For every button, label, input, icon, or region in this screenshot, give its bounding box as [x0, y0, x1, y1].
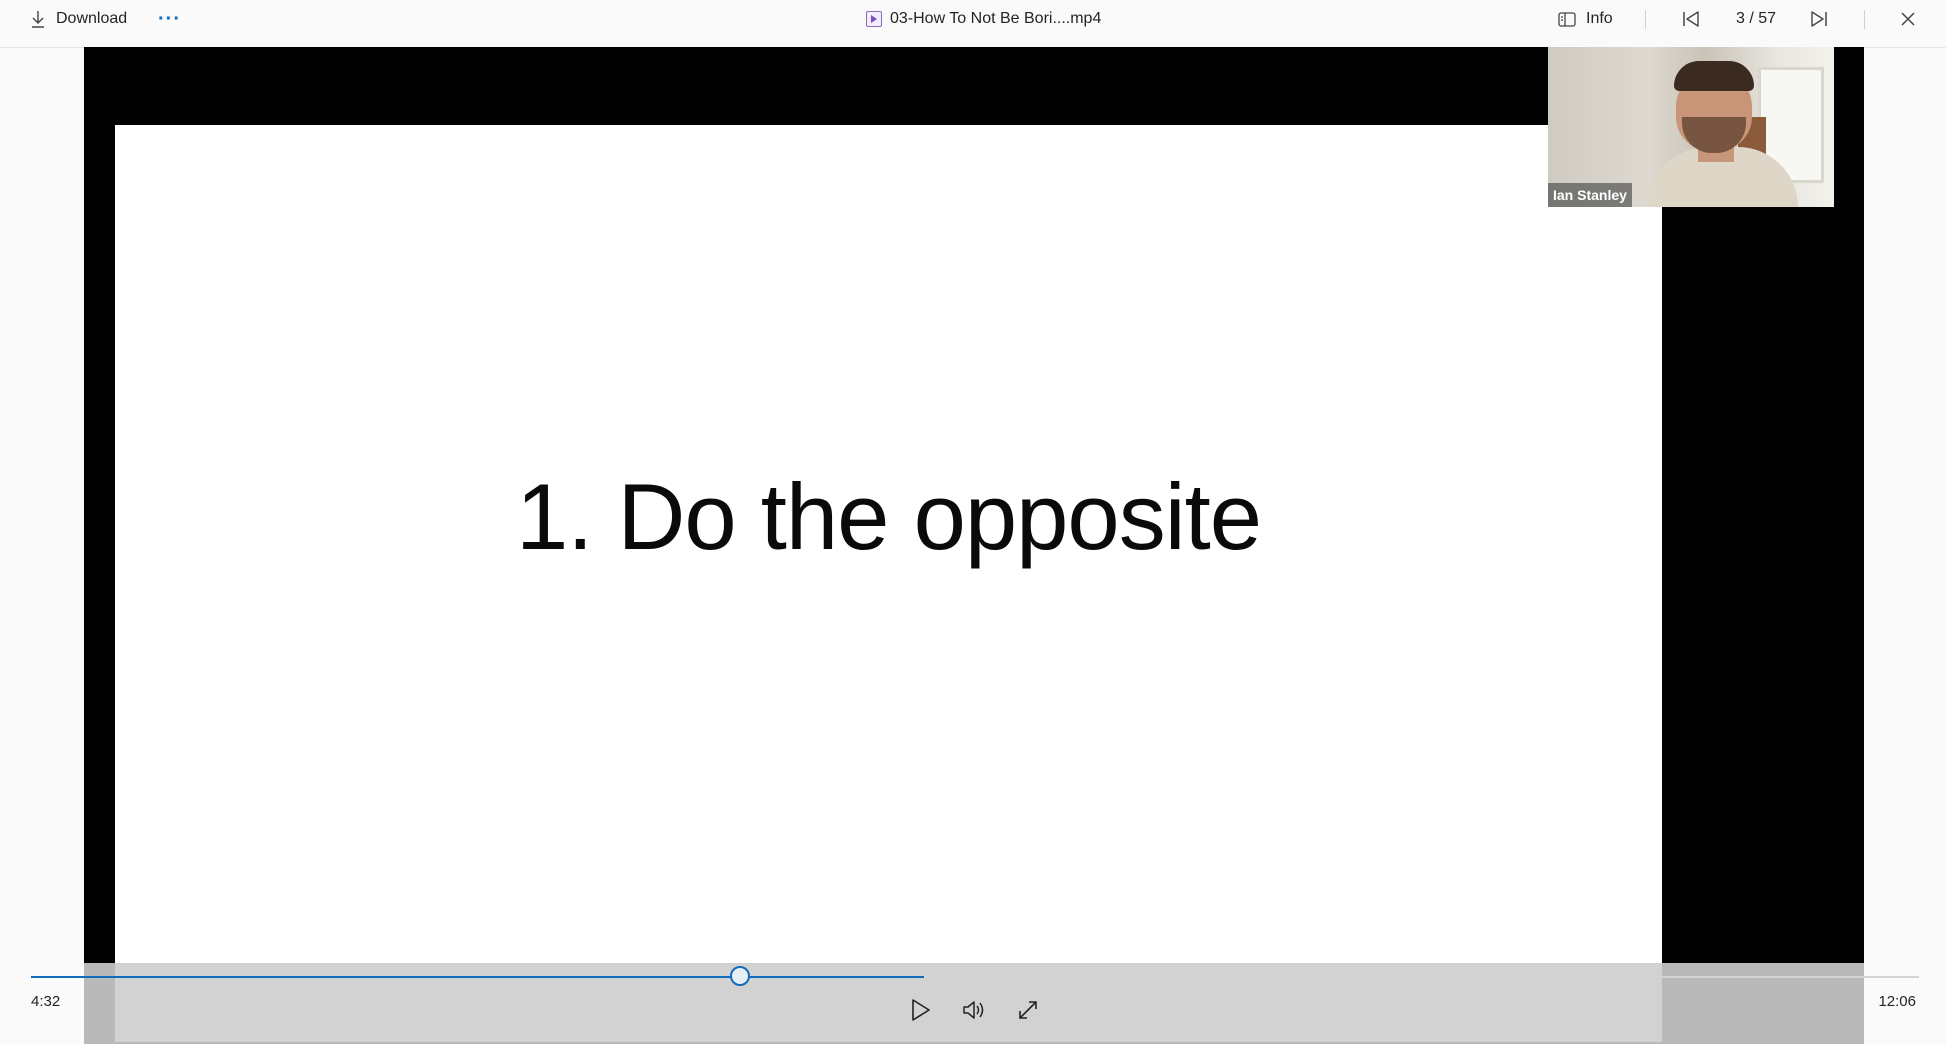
presenter-hair [1674, 61, 1754, 91]
previous-button[interactable] [1682, 0, 1700, 38]
video-stage[interactable]: 1. Do the opposite Ian Stanley [84, 47, 1864, 1044]
more-options-button[interactable]: ··· [158, 0, 181, 38]
close-button[interactable] [1900, 0, 1916, 38]
slide-heading: 1. Do the opposite [516, 464, 1262, 569]
play-button[interactable] [906, 997, 936, 1027]
total-time: 12:06 [1878, 993, 1916, 1010]
fullscreen-icon [1017, 999, 1039, 1026]
viewer-toolbar: Download ··· 03-How To Not Be Bori....mp… [0, 0, 1946, 48]
next-button[interactable] [1810, 0, 1828, 38]
seek-bar[interactable] [31, 966, 1919, 986]
close-icon [1900, 11, 1916, 27]
info-icon [1558, 11, 1576, 27]
presenter-webcam: Ian Stanley [1548, 47, 1834, 207]
download-label: Download [56, 10, 128, 27]
file-name: 03-How To Not Be Bori....mp4 [890, 10, 1102, 27]
info-label: Info [1586, 10, 1613, 27]
info-button[interactable]: Info [1558, 0, 1613, 38]
volume-button[interactable] [960, 997, 990, 1027]
previous-icon [1682, 10, 1700, 28]
video-file-icon [866, 11, 882, 27]
player-controls: 4:32 12:06 [0, 963, 1946, 1044]
volume-icon [962, 999, 988, 1026]
item-counter: 3 / 57 [1736, 10, 1777, 27]
seek-progress [31, 976, 925, 978]
next-icon [1810, 10, 1828, 28]
file-title: 03-How To Not Be Bori....mp4 [866, 0, 1101, 38]
play-icon [910, 998, 932, 1027]
divider [1864, 10, 1865, 29]
fullscreen-button[interactable] [1013, 997, 1043, 1027]
download-button[interactable]: Download [30, 0, 127, 38]
more-icon: ··· [158, 7, 181, 30]
divider [1645, 10, 1646, 29]
download-icon [30, 10, 46, 28]
seek-thumb[interactable] [729, 966, 750, 986]
presenter-name: Ian Stanley [1548, 183, 1632, 207]
current-time: 4:32 [31, 993, 61, 1010]
presentation-slide: 1. Do the opposite [115, 125, 1662, 1042]
